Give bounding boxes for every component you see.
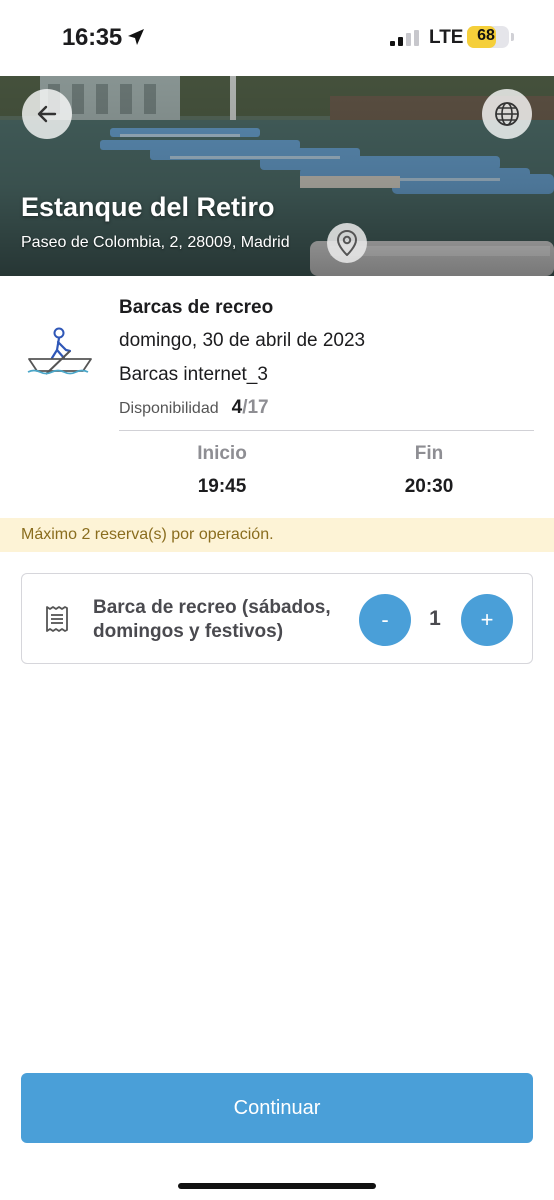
map-pin-icon xyxy=(337,230,357,256)
continue-button[interactable]: Continuar xyxy=(21,1073,533,1143)
rowing-boat-icon xyxy=(27,327,92,375)
activity-name: Barcas de recreo xyxy=(119,297,274,318)
activity-date: domingo, 30 de abril de 2023 xyxy=(119,330,366,351)
end-label: Fin xyxy=(414,443,444,464)
network-type: LTE xyxy=(429,27,464,48)
availability-count: 4 xyxy=(231,397,243,418)
language-button[interactable] xyxy=(482,89,532,139)
start-label: Inicio xyxy=(197,443,247,464)
receipt-icon xyxy=(46,606,68,632)
ticket-quantity: 1 xyxy=(429,607,441,630)
venue-hero-image: Estanque del Retiro Paseo de Colombia, 2… xyxy=(0,76,554,276)
start-time: 19:45 xyxy=(197,476,247,497)
availability-label: Disponibilidad xyxy=(119,400,219,417)
home-indicator xyxy=(178,1183,376,1189)
increment-button[interactable]: + xyxy=(461,594,513,646)
decrement-button[interactable]: - xyxy=(359,594,411,646)
end-time: 20:30 xyxy=(404,476,454,497)
ticket-type-card: Barca de recreo (sábados, domingos y fes… xyxy=(21,573,533,664)
venue-title: Estanque del Retiro xyxy=(21,192,275,222)
back-button[interactable] xyxy=(22,89,72,139)
activity-session: Barcas internet_3 xyxy=(119,364,268,385)
status-time: 16:35 xyxy=(62,24,122,51)
ticket-type-name: Barca de recreo (sábados, domingos y fes… xyxy=(93,597,331,642)
availability: Disponibilidad 4 /17 xyxy=(119,397,269,419)
cellular-signal-icon xyxy=(390,30,419,46)
availability-total: /17 xyxy=(242,397,269,418)
globe-icon xyxy=(495,102,519,126)
map-location-button[interactable] xyxy=(327,223,367,263)
divider xyxy=(119,430,534,431)
venue-address: Paseo de Colombia, 2, 28009, Madrid xyxy=(21,234,290,251)
status-bar: 16:35 LTE 68 xyxy=(0,0,554,76)
battery-tip xyxy=(511,33,514,41)
location-arrow-icon xyxy=(128,29,144,45)
max-reservations-notice: Máximo 2 reserva(s) por operación. xyxy=(0,518,554,552)
battery-percentage: 68 xyxy=(477,27,495,44)
battery-icon: 68 xyxy=(467,26,509,48)
arrow-left-icon xyxy=(37,105,57,123)
